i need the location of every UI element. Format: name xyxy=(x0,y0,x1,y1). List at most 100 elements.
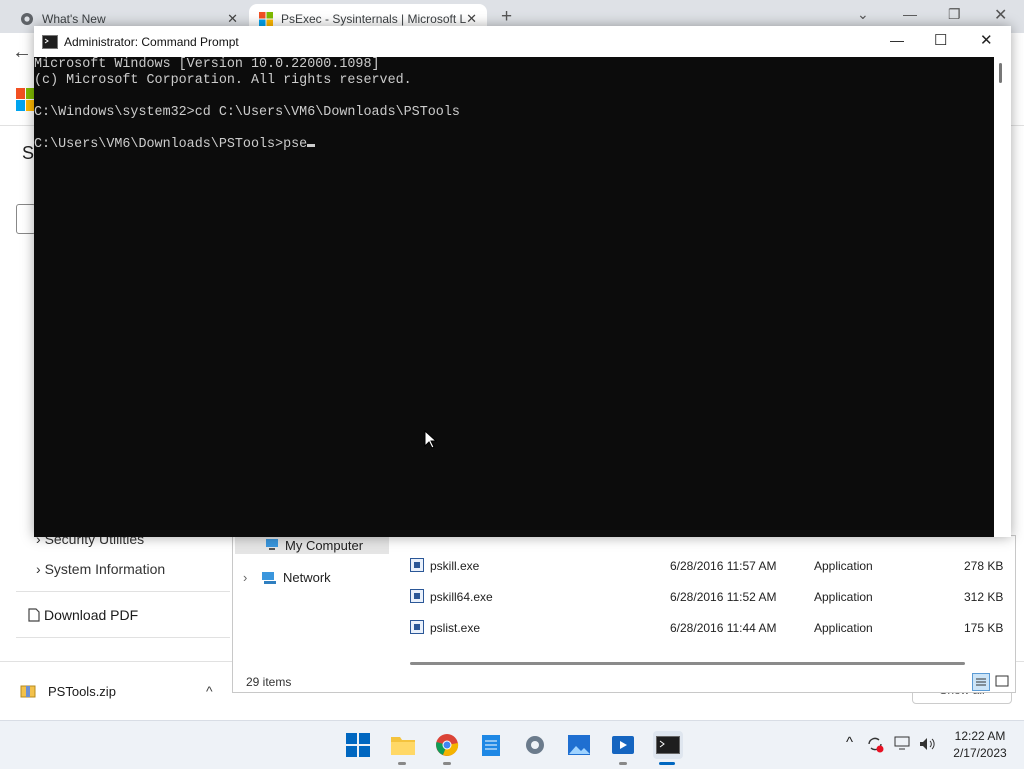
browser-minimize-button[interactable]: — xyxy=(903,6,917,22)
document-icon xyxy=(28,608,40,622)
console-prompt: C:\Users\VM6\Downloads\PSTools>pse xyxy=(34,137,308,152)
cmd-app-icon xyxy=(656,736,680,754)
clock-time[interactable]: 12:22 AM xyxy=(950,729,1010,743)
file-row[interactable]: pslist.exe 6/28/2016 11:44 AM Applicatio… xyxy=(410,619,1010,637)
volume-icon[interactable] xyxy=(918,736,936,752)
sync-icon[interactable] xyxy=(866,735,884,753)
application-icon xyxy=(410,558,424,572)
file-type: Application xyxy=(814,559,873,573)
download-menu-chevron-icon[interactable]: ^ xyxy=(206,683,213,699)
cmd-minimize-button[interactable]: — xyxy=(890,32,904,48)
mouse-pointer-icon xyxy=(424,430,438,449)
file-date: 6/28/2016 11:44 AM xyxy=(670,621,777,635)
cmd-maximize-button[interactable]: ☐ xyxy=(934,31,947,49)
photos-icon xyxy=(568,735,590,755)
taskbar-photos[interactable] xyxy=(565,731,593,759)
taskbar-notepad[interactable] xyxy=(477,731,505,759)
gear-icon xyxy=(526,736,544,754)
file-type: Application xyxy=(814,590,873,604)
details-view-icon[interactable] xyxy=(972,673,990,691)
cmd-close-button[interactable]: ✕ xyxy=(980,31,993,49)
file-row[interactable]: pskill64.exe 6/28/2016 11:52 AM Applicat… xyxy=(410,588,1010,606)
divider xyxy=(16,637,230,638)
application-icon xyxy=(410,589,424,603)
back-button[interactable]: ← xyxy=(12,41,32,64)
tab-search-icon[interactable]: ⌄ xyxy=(857,6,869,23)
nav-my-computer[interactable]: My Computer xyxy=(235,536,389,554)
zip-file-icon xyxy=(20,685,36,698)
nav-item-system-information[interactable]: › System Information xyxy=(36,561,165,577)
running-indicator xyxy=(398,762,406,765)
console-line: C:\Windows\system32>cd C:\Users\VM6\Down… xyxy=(34,105,460,120)
active-indicator xyxy=(659,762,675,765)
text-cursor xyxy=(307,144,316,147)
file-explorer-window: My Computer › Network pskill.exe 6/28/20… xyxy=(232,535,1016,693)
cmd-app-icon xyxy=(42,34,58,49)
running-indicator xyxy=(619,762,627,765)
network-tray-icon[interactable] xyxy=(894,736,912,752)
filter-box[interactable] xyxy=(16,204,36,234)
console-input-line: C:\Users\VM6\Downloads\PSTools>pse xyxy=(34,137,994,153)
download-pdf-link[interactable]: Download PDF xyxy=(28,607,138,623)
new-tab-button[interactable]: + xyxy=(501,6,512,28)
file-row[interactable]: pskill.exe 6/28/2016 11:57 AM Applicatio… xyxy=(410,557,1010,575)
large-icons-view-icon[interactable] xyxy=(994,673,1010,689)
command-prompt-window[interactable]: Administrator: Command Prompt — ☐ ✕ Micr… xyxy=(34,26,1011,537)
taskbar-media-player[interactable] xyxy=(609,731,637,759)
windows-start-icon xyxy=(346,733,370,757)
file-name: pskill.exe xyxy=(430,559,480,573)
file-date: 6/28/2016 11:57 AM xyxy=(670,559,777,573)
status-item-count: 29 items xyxy=(246,675,292,689)
divider xyxy=(16,591,230,592)
network-icon xyxy=(262,571,276,584)
file-type: Application xyxy=(814,621,873,635)
tab-close-icon[interactable]: ✕ xyxy=(227,11,238,27)
browser-restore-button[interactable]: ❐ xyxy=(948,6,961,23)
file-date: 6/28/2016 11:52 AM xyxy=(670,590,777,604)
download-file-name: PSTools.zip xyxy=(48,683,116,699)
file-size: 278 KB xyxy=(964,559,1004,573)
cmd-title: Administrator: Command Prompt xyxy=(64,34,239,49)
chrome-icon xyxy=(436,734,459,756)
taskbar-file-explorer[interactable] xyxy=(389,731,417,759)
tab-title: What's New xyxy=(42,11,106,26)
nav-network[interactable]: › Network xyxy=(243,570,331,585)
start-button[interactable] xyxy=(344,731,372,759)
tab-title: PsExec - Sysinternals | Microsoft Learn xyxy=(281,11,467,26)
running-indicator xyxy=(443,762,451,765)
nav-label: My Computer xyxy=(285,537,364,553)
download-item[interactable]: PSTools.zip xyxy=(20,683,116,699)
folder-icon xyxy=(391,737,415,755)
taskbar-command-prompt[interactable] xyxy=(653,731,683,759)
taskbar-chrome[interactable] xyxy=(433,731,461,759)
scrollbar-thumb[interactable] xyxy=(999,63,1002,83)
cmd-console-output[interactable]: Microsoft Windows [Version 10.0.22000.10… xyxy=(34,57,994,537)
application-icon xyxy=(410,620,424,634)
file-size: 175 KB xyxy=(964,621,1004,635)
media-player-icon xyxy=(612,736,634,754)
nav-label: Network xyxy=(283,570,331,585)
tab-close-icon[interactable]: ✕ xyxy=(466,11,477,27)
cmd-title-bar[interactable]: Administrator: Command Prompt — ☐ ✕ xyxy=(34,26,1011,57)
taskbar: ^ 12:22 AM 2/17/2023 xyxy=(0,720,1024,769)
file-name: pslist.exe xyxy=(430,621,481,635)
browser-close-button[interactable]: ✕ xyxy=(994,5,1007,25)
clock-date[interactable]: 2/17/2023 xyxy=(950,746,1010,760)
horizontal-scrollbar[interactable] xyxy=(410,662,965,665)
console-line: Microsoft Windows [Version 10.0.22000.10… xyxy=(34,57,380,72)
chrome-icon xyxy=(21,12,33,25)
chevron-right-icon: › xyxy=(243,570,248,585)
cmd-vertical-scrollbar[interactable] xyxy=(994,57,1011,537)
console-line: (c) Microsoft Corporation. All rights re… xyxy=(34,73,412,88)
page-title: S xyxy=(22,143,35,163)
taskbar-settings[interactable] xyxy=(521,731,549,759)
chevron-right-icon: › xyxy=(36,561,41,577)
nav-item-label: System Information xyxy=(44,561,166,577)
download-pdf-label: Download PDF xyxy=(44,607,139,623)
notepad-icon xyxy=(482,735,500,756)
microsoft-logo-icon xyxy=(16,88,35,111)
tray-overflow-chevron-icon[interactable]: ^ xyxy=(846,734,853,751)
microsoft-logo-icon xyxy=(259,11,273,26)
